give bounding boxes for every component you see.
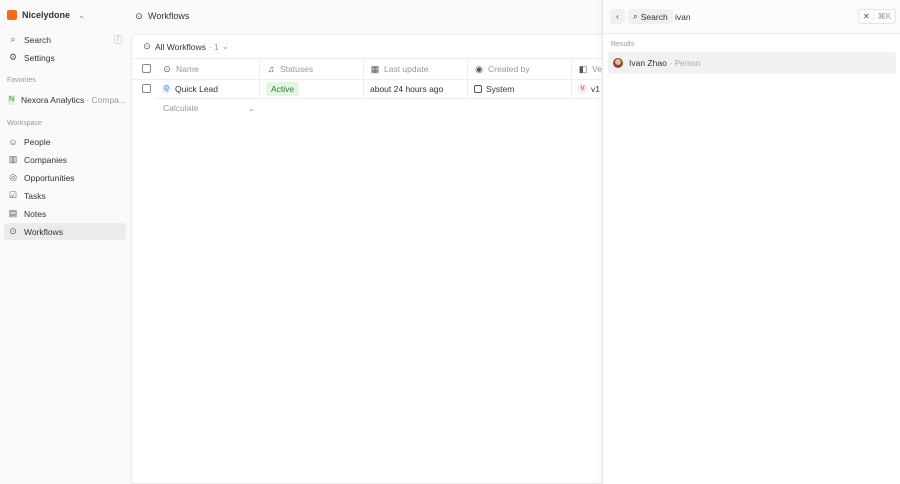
avatar [613,58,623,68]
calculate-button[interactable]: Calculate ⌄ [163,103,255,114]
label: Opportunities [24,172,75,183]
checkbox-icon: ☑ [8,190,18,200]
status-icon: ♫ [267,64,275,74]
col-label: Created by [488,64,530,74]
workflow-name: Quick Lead [175,83,218,94]
col-label: Statuses [280,64,314,74]
col-label: Name [176,64,199,74]
workspace-logo-icon [7,10,17,20]
result-type: · Person [669,58,701,68]
user-circle-icon: ◉ [475,63,483,74]
select-all-checkbox[interactable] [142,64,151,73]
cell-last-update: about 24 hours ago [364,79,468,99]
version: v1 [591,83,600,94]
search-label-chip: ⌕ Search [628,9,673,24]
view-switcher[interactable]: ⊙ All Workflows · 1 ⌄ [142,41,229,52]
status-badge: Active [266,81,300,96]
note-icon: ▤ [8,208,18,218]
sidebar-search[interactable]: ⌕ Search / [4,31,126,48]
sidebar-item-tasks[interactable]: ☑ Tasks [4,187,126,204]
sidebar-item-people[interactable]: ☺ People [4,133,126,150]
page-title: ⊙ Workflows [134,10,190,22]
calculate-label: Calculate [163,103,199,113]
sidebar-item-opportunities[interactable]: ◎ Opportunities [4,169,126,186]
search-result[interactable]: Ivan Zhao · Person [608,52,896,74]
sidebar-settings[interactable]: ⚙ Settings [4,49,126,66]
cell-name[interactable]: Q Quick Lead [156,79,260,99]
cell-created-by: System [468,79,572,99]
company-badge-icon: N [8,94,15,105]
close-icon: ✕ [863,12,870,21]
col-label: Last update [384,64,429,74]
workflow-icon: ⊙ [9,226,17,236]
workflow-icon: ⊙ [143,41,151,51]
column-created-by[interactable]: ◉ Created by [468,59,572,79]
sidebar-item-companies[interactable]: ▥ Companies [4,151,126,168]
cell-status: Active [260,79,364,99]
result-name: Ivan Zhao [629,58,667,68]
workspace-label: Workspace [7,120,42,127]
column-last-update[interactable]: ▦ Last update [364,59,468,79]
person-icon: ☺ [8,136,18,147]
results-label: Results [611,41,635,48]
gear-icon: ⚙ [8,52,18,62]
row-checkbox[interactable] [142,84,151,93]
label: Tasks [24,190,46,201]
sidebar-search-label: Search [24,34,51,45]
workspace-name: Nicelydone [22,10,71,20]
chevron-down-icon: ⌄ [247,103,255,113]
search-icon: ⌕ [633,11,638,21]
workspace-switcher[interactable]: Nicelydone ⌄ [7,10,85,20]
chevron-down-icon: ⌄ [221,41,229,51]
favorite-name: Nexora Analytics [21,94,85,105]
version-icon: ◧ [578,63,588,74]
label: Companies [24,154,67,165]
search-panel: ‹ ⌕ Search ivan ✕ | ⌘K Results Ivan Zhao · … [602,0,900,484]
label: Notes [24,208,47,219]
separator: | [872,12,875,21]
sidebar-item-workflows[interactable]: ⊙ Workflows [4,223,126,240]
label: People [24,136,51,147]
name-icon: ⊙ [163,63,171,74]
favorite-item[interactable]: N Nexora Analytics · Compa... [4,91,126,108]
workflow-icon: ⊙ [135,10,143,21]
version-badge-icon: V [578,84,587,93]
search-icon: ⌕ [10,34,16,44]
system-icon [474,84,482,93]
view-count: · 1 [208,41,219,52]
search-shortcut: / [114,35,122,44]
workflows-table-card: ⊙ All Workflows · 1 ⌄ ⊙ Name ♫ Statuses ▦ L… [131,34,632,484]
label: Workflows [24,226,64,237]
favorite-type: · Compa... [86,94,126,105]
search-chip-text: Search [640,11,668,22]
shortcut: ⌘K [877,12,892,21]
column-statuses[interactable]: ♫ Statuses [260,59,364,79]
target-icon: ◎ [9,172,17,182]
search-input[interactable]: ivan [675,12,845,22]
close-search-button[interactable]: ✕ | ⌘K [858,9,897,24]
sidebar-item-notes[interactable]: ▤ Notes [4,205,126,222]
calendar-icon: ▦ [370,63,380,74]
view-name: All Workflows [155,41,206,52]
workflow-badge-icon: Q [162,84,171,93]
sidebar-settings-label: Settings [24,52,55,63]
favorites-label: Favorites [7,77,36,84]
column-name[interactable]: ⊙ Name [156,59,260,79]
page-title-text: Workflows [148,11,190,21]
creator: System [486,83,515,94]
chevron-down-icon: ⌄ [78,10,85,20]
back-button[interactable]: ‹ [610,9,625,24]
building-icon: ▥ [8,154,18,164]
